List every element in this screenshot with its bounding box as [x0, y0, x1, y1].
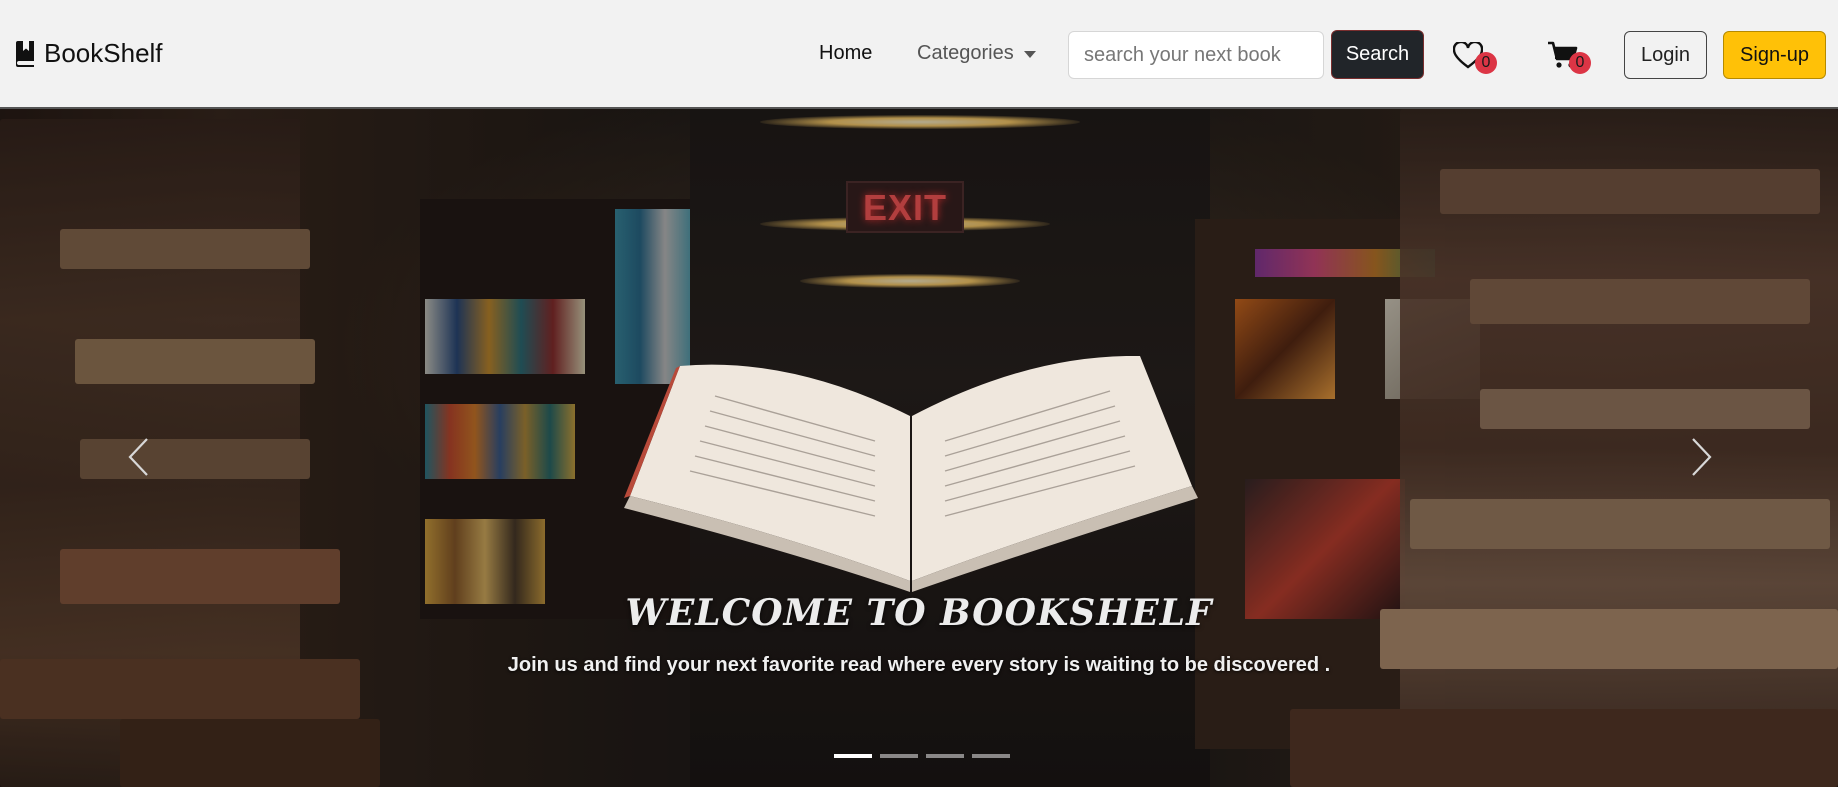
hero-carousel: EXIT WELCOME TO BOOKSHELF Join us and fi… [0, 109, 1838, 787]
carousel-indicators [834, 754, 1010, 758]
navbar: BookShelf Home Categories Search 0 0 Log… [0, 0, 1838, 109]
cart-button[interactable]: 0 [1547, 40, 1591, 76]
search-input[interactable] [1068, 31, 1324, 79]
carousel-indicator-4[interactable] [972, 754, 1010, 758]
hero-title: WELCOME TO BOOKSHELF [625, 592, 1213, 634]
signup-button[interactable]: Sign-up [1723, 31, 1826, 79]
book-bookmark-icon [14, 40, 36, 67]
carousel-indicator-3[interactable] [926, 754, 964, 758]
carousel-indicator-1[interactable] [834, 754, 872, 758]
chevron-right-icon [1692, 438, 1712, 476]
brand-name: BookShelf [44, 38, 163, 68]
hero-subtitle: Join us and find your next favorite read… [507, 654, 1331, 676]
brand-link[interactable]: BookShelf [14, 38, 163, 69]
nav-categories-label: Categories [917, 42, 1014, 64]
chevron-left-icon [128, 438, 148, 476]
open-book-illustration [624, 356, 1198, 592]
search-button[interactable]: Search [1331, 30, 1424, 79]
wishlist-count-badge: 0 [1475, 52, 1497, 74]
wishlist-button[interactable]: 0 [1453, 40, 1497, 76]
nav-categories-dropdown[interactable]: Categories [917, 42, 1036, 65]
carousel-prev-button[interactable] [118, 427, 158, 487]
caret-down-icon [1023, 51, 1036, 58]
cart-count-badge: 0 [1569, 52, 1591, 74]
nav-home-link[interactable]: Home [819, 42, 872, 65]
login-button[interactable]: Login [1624, 31, 1707, 79]
carousel-indicator-2[interactable] [880, 754, 918, 758]
carousel-next-button[interactable] [1682, 427, 1722, 487]
